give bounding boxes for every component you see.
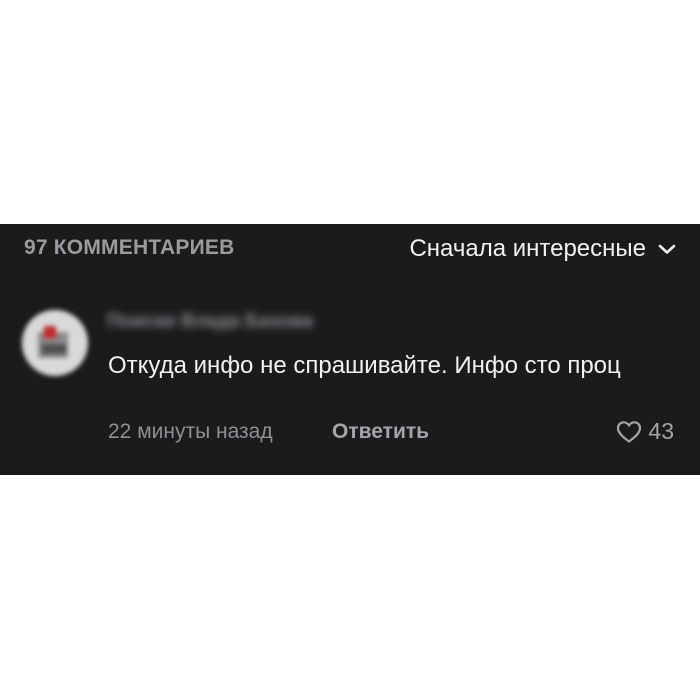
comment-meta: 22 минуты назад Ответить 43 — [108, 418, 674, 448]
comment-author[interactable]: Поиски Влада Бахова — [107, 311, 313, 333]
avatar[interactable] — [22, 310, 88, 376]
comments-header: 97 КОММЕНТАРИЕВ Сначала интересные — [24, 235, 676, 263]
chevron-down-icon — [658, 244, 676, 254]
like-count: 43 — [648, 418, 674, 444]
sort-label: Сначала интересные — [409, 235, 646, 262]
comment-timestamp: 22 минуты назад — [108, 420, 273, 443]
comments-count: 97 КОММЕНТАРИЕВ — [24, 236, 235, 259]
heart-outline-icon — [617, 420, 642, 443]
comment-text: Откуда инфо не спрашивайте. Инфо сто про… — [108, 352, 621, 379]
avatar-image — [22, 310, 88, 376]
reply-button[interactable]: Ответить — [332, 420, 429, 444]
like-button[interactable]: 43 — [616, 418, 674, 445]
sort-dropdown[interactable]: Сначала интересные — [409, 235, 676, 263]
comments-panel: 97 КОММЕНТАРИЕВ Сначала интересные Поиск… — [0, 224, 700, 475]
